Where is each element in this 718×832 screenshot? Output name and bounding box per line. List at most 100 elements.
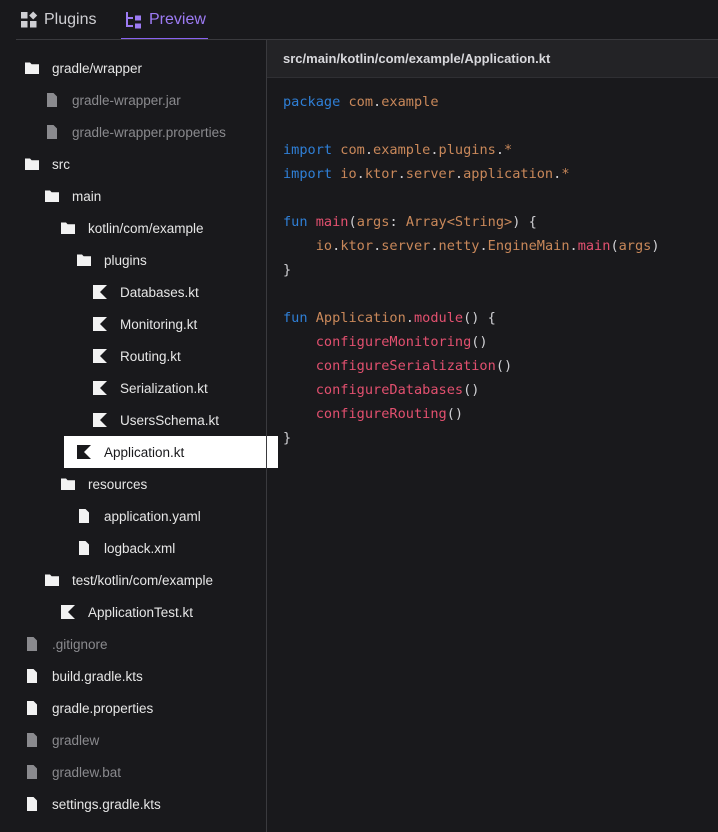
tree-file[interactable]: gradlew: [24, 724, 99, 756]
tree-file[interactable]: settings.gradle.kts: [24, 788, 161, 820]
code-token: ): [651, 238, 660, 254]
code-token: .: [569, 238, 578, 254]
tree-item-label: Databases.kt: [120, 284, 199, 300]
folder-icon: [24, 156, 40, 172]
tree-folder[interactable]: src: [24, 148, 70, 180]
file-icon: [24, 764, 40, 780]
tree-folder[interactable]: plugins: [76, 244, 147, 276]
code-token: args: [356, 214, 390, 230]
code-token: ktor: [340, 238, 374, 254]
kotlin-icon: [60, 604, 76, 620]
code-token: fun: [283, 214, 308, 230]
code-token: com: [340, 142, 365, 158]
tab-plugins[interactable]: Plugins: [20, 0, 96, 40]
code-token: (): [446, 406, 464, 422]
tree-item-label: build.gradle.kts: [52, 668, 143, 684]
file-icon: [24, 732, 40, 748]
file-icon: [76, 508, 92, 524]
code-line: configureSerialization(): [283, 354, 660, 378]
code-token: (): [471, 334, 488, 350]
tree-file[interactable]: Databases.kt: [92, 276, 199, 308]
tree-file[interactable]: UsersSchema.kt: [92, 404, 219, 436]
tab-preview-label: Preview: [149, 11, 206, 28]
code-token: configureMonitoring: [315, 334, 472, 350]
file-path: src/main/kotlin/com/example/Application.…: [283, 51, 551, 66]
tree-file[interactable]: Application.kt: [64, 436, 278, 468]
tree-item-label: test/kotlin/com/example: [72, 572, 214, 588]
tree-file[interactable]: build.gradle.kts: [24, 660, 143, 692]
code-token: application: [463, 166, 554, 182]
folder-icon: [60, 476, 76, 492]
folder-icon: [44, 572, 60, 588]
tree-item-label: gradle/wrapper: [52, 60, 143, 76]
file-icon: [76, 540, 92, 556]
code-token: (: [348, 214, 357, 230]
code-token: configureRouting: [315, 406, 447, 422]
tree-item-label: Serialization.kt: [120, 380, 208, 396]
code-token: io: [315, 238, 333, 254]
tab-bar: Plugins Preview: [0, 0, 718, 40]
tree-folder[interactable]: kotlin/com/example: [60, 212, 204, 244]
code-line: io.ktor.server.netty.EngineMain.main(arg…: [283, 234, 660, 258]
code-line: configureRouting(): [283, 402, 660, 426]
code-token: configureSerialization: [315, 358, 496, 374]
code-token: import: [283, 142, 333, 158]
code-token: .: [397, 166, 406, 182]
code-token: import: [283, 166, 333, 182]
tree-file[interactable]: gradle-wrapper.jar: [44, 84, 181, 116]
tree-file[interactable]: gradle.properties: [24, 692, 153, 724]
tree-item-label: UsersSchema.kt: [120, 412, 220, 428]
code-token: .: [364, 142, 374, 158]
tree-file[interactable]: application.yaml: [76, 500, 201, 532]
code-preview: src/main/kotlin/com/example/Application.…: [267, 40, 718, 832]
folder-icon: [44, 188, 60, 204]
tree-file[interactable]: .gitignore: [24, 628, 108, 660]
tree-file[interactable]: logback.xml: [76, 532, 175, 564]
file-icon: [24, 636, 40, 652]
tree-item-label: kotlin/com/example: [88, 220, 204, 236]
code-line: import com.example.plugins.*: [283, 138, 660, 162]
tree-folder[interactable]: resources: [60, 468, 147, 500]
code-token: plugins: [438, 142, 496, 158]
code-token: }: [283, 262, 292, 278]
code-token: .: [356, 166, 365, 182]
plugins-icon: [20, 11, 38, 29]
code-token: >: [504, 214, 513, 230]
code-token: <: [446, 214, 455, 230]
tree-file[interactable]: Serialization.kt: [92, 372, 208, 404]
tree-item-label: gradle-wrapper.properties: [72, 124, 226, 140]
tree-file[interactable]: ApplicationTest.kt: [60, 596, 193, 628]
code-token: main: [577, 238, 611, 254]
tab-preview[interactable]: Preview: [121, 0, 208, 40]
kotlin-icon: [92, 412, 108, 428]
tree-item-label: .gitignore: [52, 636, 108, 652]
tree-folder[interactable]: test/kotlin/com/example: [44, 564, 213, 596]
code-token: server: [381, 238, 431, 254]
code-token: .: [495, 142, 505, 158]
tree-item-label: Routing.kt: [120, 348, 181, 364]
tree-item-label: gradlew: [52, 732, 100, 748]
tree-file[interactable]: gradle-wrapper.properties: [44, 116, 226, 148]
code-token: .: [430, 142, 439, 158]
code-token: ktor: [364, 166, 398, 182]
code-token: }: [283, 430, 292, 446]
code-line: configureMonitoring(): [283, 330, 660, 354]
tree-file[interactable]: Monitoring.kt: [92, 308, 197, 340]
file-icon: [44, 124, 60, 140]
tree-item-label: resources: [88, 476, 148, 492]
code-header: src/main/kotlin/com/example/Application.…: [267, 40, 718, 78]
code-token: module: [413, 310, 464, 326]
tree-folder[interactable]: gradle/wrapper: [24, 52, 142, 84]
code-token: *: [504, 142, 513, 158]
code-token: .: [479, 238, 488, 254]
tree-file[interactable]: gradlew.bat: [24, 756, 121, 788]
tree-folder[interactable]: main: [44, 180, 101, 212]
tree-file[interactable]: Routing.kt: [92, 340, 181, 372]
code-token: .: [454, 166, 464, 182]
tree-item-label: Monitoring.kt: [120, 316, 198, 332]
tree-item-label: main: [72, 188, 102, 204]
code-token: example: [373, 142, 431, 158]
